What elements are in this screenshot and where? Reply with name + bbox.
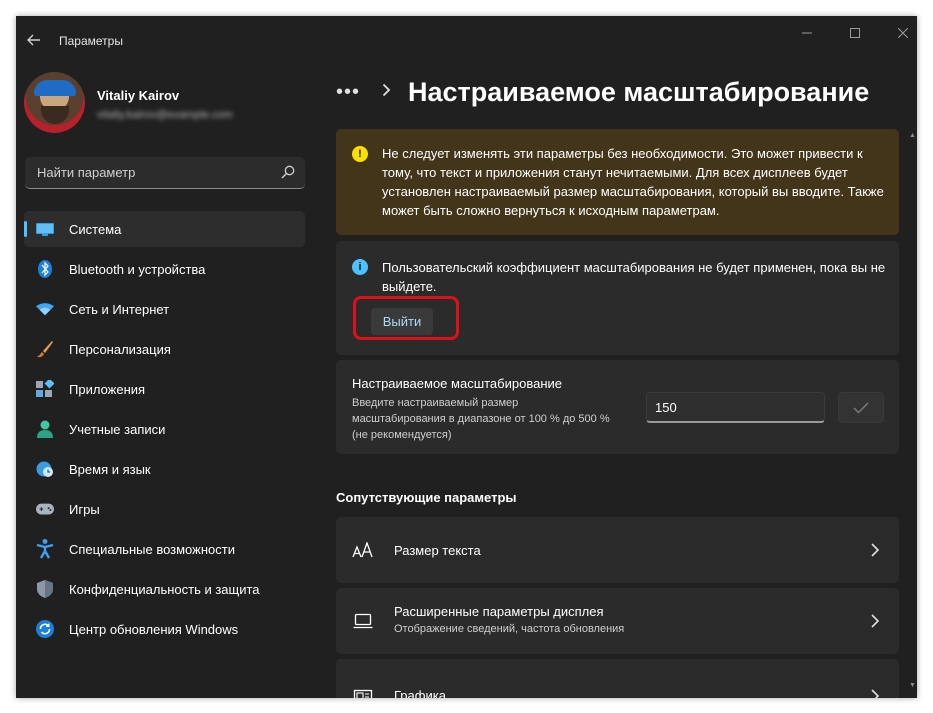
scroll-down-icon[interactable]: ▼ xyxy=(909,682,916,689)
sidebar-item-gaming[interactable]: Игры xyxy=(24,491,305,527)
monitor-icon xyxy=(36,220,54,238)
sidebar-item-privacy[interactable]: Конфиденциальность и защита xyxy=(24,571,305,607)
sidebar-item-time-language[interactable]: Время и язык xyxy=(24,451,305,487)
related-item-advanced-display[interactable]: Расширенные параметры дисплея Отображени… xyxy=(336,588,899,654)
sidebar-item-label: Центр обновления Windows xyxy=(69,622,239,637)
info-icon: i xyxy=(352,259,368,275)
chevron-right-icon xyxy=(871,543,880,557)
window-title: Параметры xyxy=(59,34,123,48)
related-settings-heading: Сопутствующие параметры xyxy=(336,490,517,505)
scroll-up-icon[interactable]: ▲ xyxy=(909,132,916,139)
apply-button[interactable] xyxy=(838,392,884,423)
chevron-right-icon xyxy=(871,689,880,698)
back-button[interactable] xyxy=(22,28,46,52)
sidebar-item-accessibility[interactable]: Специальные возможности xyxy=(24,531,305,567)
graphics-icon xyxy=(352,687,374,698)
custom-scaling-card: Настраиваемое масштабирование Введите на… xyxy=(336,360,899,454)
update-icon xyxy=(36,620,54,638)
user-name: Vitaliy Kairov xyxy=(97,88,180,103)
display-icon xyxy=(352,611,374,631)
bluetooth-icon xyxy=(36,260,54,278)
breadcrumb: ••• Настраиваемое масштабирование xyxy=(336,72,869,112)
sidebar-item-label: Bluetooth и устройства xyxy=(69,262,206,277)
chevron-right-icon xyxy=(382,83,402,102)
custom-scaling-title: Настраиваемое масштабирование xyxy=(352,376,562,391)
sidebar-item-label: Сеть и Интернет xyxy=(69,302,170,317)
sign-out-button[interactable]: Выйти xyxy=(371,308,433,335)
sidebar-item-label: Время и язык xyxy=(69,462,151,477)
sidebar-item-label: Система xyxy=(69,222,122,237)
accessibility-icon xyxy=(36,539,54,559)
arrow-left-icon xyxy=(27,34,40,46)
chevron-right-icon xyxy=(871,614,880,628)
sidebar-item-personalization[interactable]: Персонализация xyxy=(24,331,305,367)
wifi-icon xyxy=(36,300,54,318)
globe-clock-icon xyxy=(36,460,54,478)
apps-icon xyxy=(36,380,54,398)
related-item-title: Графика xyxy=(394,688,446,698)
sidebar-item-bluetooth[interactable]: Bluetooth и устройства xyxy=(24,251,305,287)
sidebar-item-apps[interactable]: Приложения xyxy=(24,371,305,407)
settings-window: Параметры Vitaliy Kairov vitaliy.kairov@… xyxy=(16,16,917,698)
sidebar-item-label: Персонализация xyxy=(69,342,171,357)
sidebar-item-label: Игры xyxy=(69,502,100,517)
custom-scaling-description: Введите настраиваемый размер масштабиров… xyxy=(352,397,610,441)
sidebar-item-network[interactable]: Сеть и Интернет xyxy=(24,291,305,327)
person-icon xyxy=(36,420,54,438)
related-item-text-size[interactable]: Размер текста xyxy=(336,517,899,583)
user-profile[interactable]: Vitaliy Kairov vitaliy.kairov@example.co… xyxy=(24,72,304,133)
search-box xyxy=(25,157,305,189)
page-title: Настраиваемое масштабирование xyxy=(408,76,870,107)
warning-card: ! Не следует изменять эти параметры без … xyxy=(336,129,899,235)
warning-icon: ! xyxy=(352,146,368,162)
related-item-graphics[interactable]: Графика xyxy=(336,659,899,698)
brush-icon xyxy=(36,340,54,358)
scaling-value-input[interactable] xyxy=(646,392,825,423)
gamepad-icon xyxy=(36,500,54,518)
search-input[interactable] xyxy=(25,157,265,188)
minimize-icon xyxy=(802,32,812,34)
search-icon[interactable] xyxy=(281,165,295,179)
sidebar-item-label: Учетные записи xyxy=(69,422,166,437)
text-size-icon xyxy=(352,540,374,560)
avatar xyxy=(24,72,85,133)
related-item-title: Расширенные параметры дисплея xyxy=(394,604,604,619)
shield-icon xyxy=(36,580,54,598)
related-item-subtitle: Отображение сведений, частота обновления xyxy=(394,623,625,635)
related-item-title: Размер текста xyxy=(394,543,481,558)
checkmark-icon xyxy=(853,401,869,414)
sidebar-item-windows-update[interactable]: Центр обновления Windows xyxy=(24,611,305,647)
warning-text: Не следует изменять эти параметры без не… xyxy=(382,146,884,218)
info-text: Пользовательский коэффициент масштабиров… xyxy=(382,260,886,294)
scrollbar[interactable]: ▲ ▼ xyxy=(909,132,916,692)
user-email: vitaliy.kairov@example.com xyxy=(97,109,233,121)
maximize-icon xyxy=(850,28,860,38)
close-button[interactable] xyxy=(888,24,917,42)
sidebar-item-accounts[interactable]: Учетные записи xyxy=(24,411,305,447)
title-bar: Параметры xyxy=(16,16,917,64)
sidebar-item-label: Конфиденциальность и защита xyxy=(69,582,260,597)
close-icon xyxy=(898,28,908,38)
sign-out-info-card: i Пользовательский коэффициент масштабир… xyxy=(336,241,899,355)
sidebar-nav: Система Bluetooth и устройства Сеть и Ин… xyxy=(24,211,305,651)
sidebar-item-label: Специальные возможности xyxy=(69,542,235,557)
sidebar-item-system[interactable]: Система xyxy=(24,211,305,247)
breadcrumb-more-button[interactable]: ••• xyxy=(336,81,364,104)
minimize-button[interactable] xyxy=(792,24,822,42)
sidebar-item-label: Приложения xyxy=(69,382,146,397)
maximize-button[interactable] xyxy=(840,24,870,42)
